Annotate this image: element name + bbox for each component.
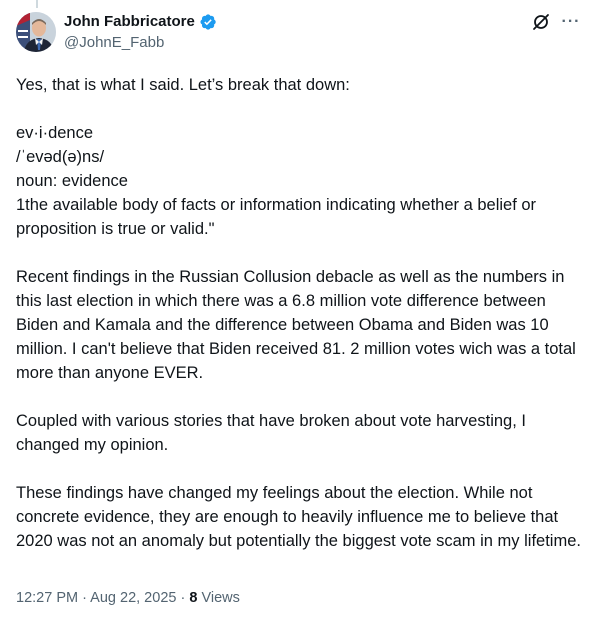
tweet-top-actions: ··· [531,12,581,32]
meta-separator-2: · [176,590,190,606]
views-label: Views [197,590,240,606]
verified-badge-icon[interactable] [199,13,217,31]
grok-icon[interactable] [531,12,551,32]
tweet-timestamp-date[interactable]: Aug 22, 2025 [90,590,176,606]
thread-connector-line [36,0,38,8]
tweet-timestamp-time[interactable]: 12:27 PM [16,590,78,606]
tweet-meta: 12:27 PM · Aug 22, 2025 · 8 Views [16,588,240,608]
avatar-image [16,12,56,52]
more-options-icon[interactable]: ··· [561,12,581,32]
tweet-text: Yes, that is what I said. Let’s break th… [16,76,581,550]
author-handle[interactable]: @JohnE_Fabb [64,33,217,53]
author-display-name[interactable]: John Fabbricatore [64,12,195,32]
meta-separator: · [78,590,91,606]
avatar[interactable] [16,12,56,52]
author-name-row: John Fabbricatore [64,12,217,32]
author-block: John Fabbricatore @JohnE_Fabb [64,12,217,53]
